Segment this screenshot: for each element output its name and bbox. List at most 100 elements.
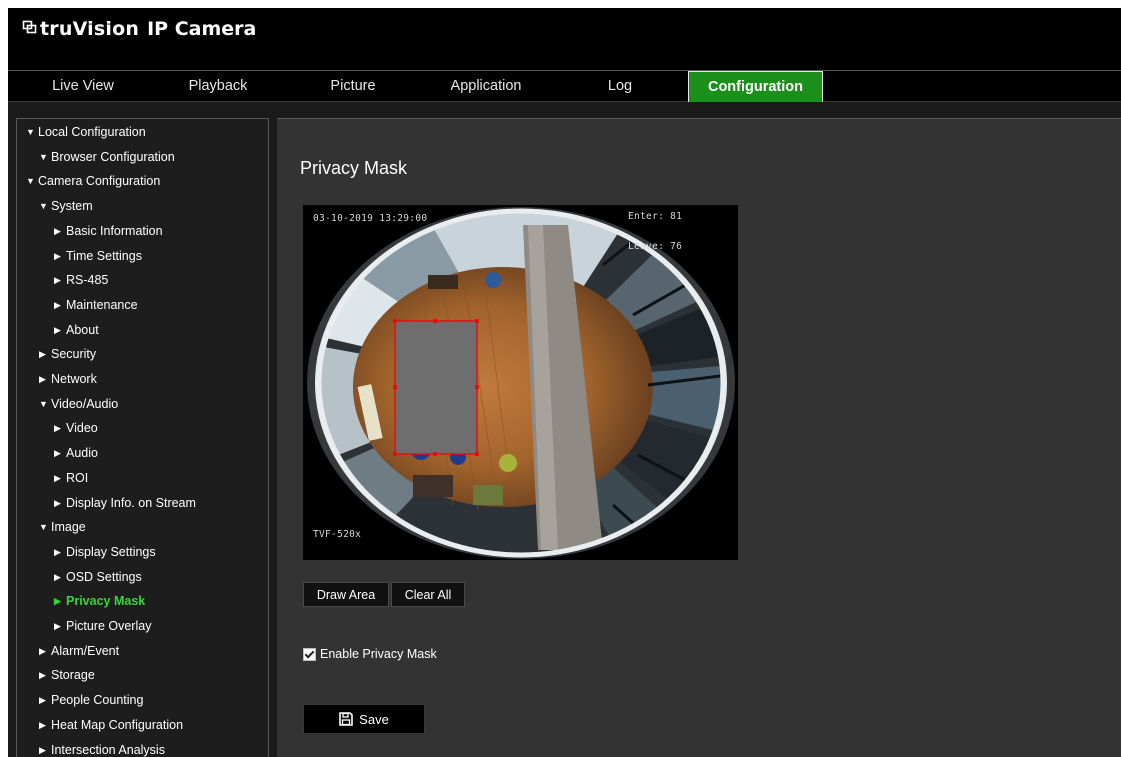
osd-enter-count: Enter: 81 (628, 211, 683, 222)
sidebar-item-display-info-on-stream[interactable]: ▶ Display Info. on Stream (54, 493, 196, 513)
sidebar-item-local-configuration[interactable]: ▼ Local Configuration (26, 122, 146, 142)
brand-name: truVision (40, 18, 140, 40)
sidebar-item-display-settings[interactable]: ▶ Display Settings (54, 542, 156, 562)
tab-log[interactable]: Log (561, 71, 679, 102)
sidebar-item-heat-map-configuration[interactable]: ▶ Heat Map Configuration (39, 715, 183, 735)
tab-playback[interactable]: Playback (158, 71, 278, 102)
sidebar-item-camera-configuration[interactable]: ▼ Camera Configuration (26, 171, 160, 191)
floppy-disk-icon (339, 712, 353, 726)
caret-right-icon: ▶ (54, 546, 61, 557)
top-navigation: Live View Playback Picture Application L… (8, 70, 1121, 102)
sidebar-item-basic-information[interactable]: ▶ Basic Information (54, 221, 163, 241)
sidebar-item-label: System (51, 199, 93, 214)
brand: truVision IP Camera (22, 18, 256, 40)
sidebar-item-label: Basic Information (66, 223, 163, 238)
caret-down-icon: ▼ (39, 522, 48, 533)
sidebar-item-label: Browser Configuration (51, 149, 175, 164)
caret-right-icon: ▶ (54, 497, 61, 508)
caret-right-icon: ▶ (54, 423, 61, 434)
caret-down-icon: ▼ (26, 176, 35, 187)
privacy-mask-area[interactable] (393, 319, 479, 456)
sidebar-item-video[interactable]: ▶ Video (54, 418, 98, 438)
caret-right-icon: ▶ (39, 374, 46, 384)
caret-right-icon: ▶ (39, 719, 46, 730)
sidebar-item-osd-settings[interactable]: ▶ OSD Settings (54, 567, 142, 587)
sidebar-item-label: Display Settings (66, 544, 156, 559)
caret-down-icon: ▼ (39, 151, 48, 162)
sidebar-item-audio[interactable]: ▶ Audio (54, 443, 98, 463)
caret-right-icon: ▶ (54, 571, 61, 582)
fisheye-image (307, 207, 735, 559)
caret-right-icon: ▶ (54, 250, 61, 261)
osd-leave-count: Leave: 76 (628, 241, 683, 252)
caret-right-icon: ▶ (39, 695, 46, 706)
sidebar-item-label: People Counting (51, 693, 144, 708)
page-title: Privacy Mask (300, 158, 408, 178)
sidebar-item-label: Storage (51, 668, 95, 683)
sidebar-item-roi[interactable]: ▶ ROI (54, 468, 88, 488)
caret-right-icon: ▶ (54, 448, 61, 459)
sidebar-item-label: Maintenance (66, 297, 138, 312)
tab-configuration[interactable]: Configuration (688, 71, 823, 102)
caret-down-icon: ▼ (39, 398, 48, 409)
caret-right-icon: ▶ (39, 645, 46, 656)
clear-all-button[interactable]: Clear All (391, 582, 465, 607)
sidebar-item-rs-485[interactable]: ▶ RS-485 (54, 270, 108, 290)
truvision-logo-icon (22, 20, 37, 34)
sidebar-item-label: Intersection Analysis (51, 742, 165, 757)
sidebar-item-label: RS-485 (66, 273, 109, 288)
sidebar-item-intersection-analysis[interactable]: ▶ Intersection Analysis (39, 740, 165, 757)
sidebar-item-time-settings[interactable]: ▶ Time Settings (54, 246, 142, 266)
sidebar-item-system[interactable]: ▼ System (39, 196, 93, 216)
save-button[interactable]: Save (303, 704, 425, 734)
product-name: IP Camera (147, 18, 257, 40)
sidebar-item-privacy-mask[interactable]: ▶ Privacy Mask (54, 591, 145, 611)
caret-down-icon: ▼ (26, 127, 35, 137)
caret-right-icon: ▶ (39, 670, 46, 681)
tab-picture[interactable]: Picture (293, 71, 413, 102)
caret-right-icon: ▶ (54, 596, 61, 607)
enable-privacy-mask-checkbox[interactable] (303, 647, 316, 661)
sidebar-item-label: Security (51, 347, 97, 362)
sidebar-item-alarm-event[interactable]: ▶ Alarm/Event (39, 641, 119, 661)
tab-live-view[interactable]: Live View (28, 71, 138, 102)
sidebar-item-people-counting[interactable]: ▶ People Counting (39, 690, 143, 710)
sidebar-item-maintenance[interactable]: ▶ Maintenance (54, 295, 138, 315)
camera-live-preview[interactable]: 03-10-2019 13:29:00 Enter: 81 Leave: 76 … (303, 205, 738, 560)
sidebar-item-label: Video/Audio (51, 396, 119, 411)
tab-application[interactable]: Application (426, 71, 546, 102)
sidebar-item-label: Audio (66, 446, 98, 461)
draw-area-button[interactable]: Draw Area (303, 582, 389, 607)
sidebar-item-label: ROI (66, 470, 89, 485)
caret-right-icon: ▶ (54, 621, 61, 631)
header-bar: truVision IP Camera (8, 8, 1121, 70)
config-tree-sidebar: ▼ Local Configuration ▼ Browser Configurati… (16, 118, 269, 757)
osd-camera-name: TVF-520x (313, 529, 362, 540)
enable-privacy-mask-row: Enable Privacy Mask (303, 647, 437, 661)
sidebar-item-picture-overlay[interactable]: ▶ Picture Overlay (54, 616, 151, 636)
sidebar-item-security[interactable]: ▶ Security (39, 344, 96, 364)
sidebar-item-image[interactable]: ▼ Image (39, 517, 86, 537)
caret-right-icon: ▶ (54, 472, 61, 483)
sidebar-item-label: Time Settings (66, 248, 142, 263)
sidebar-item-video-audio[interactable]: ▼ Video/Audio (39, 394, 118, 414)
caret-right-icon: ▶ (39, 349, 46, 360)
sidebar-item-label: Display Info. on Stream (66, 495, 196, 510)
sidebar-item-label: Image (51, 520, 86, 535)
save-button-label: Save (359, 711, 389, 727)
main-panel: Privacy Mask 03-10-2019 13:29:00 Enter: … (277, 118, 1121, 757)
sidebar-item-label: Alarm/Event (51, 643, 120, 658)
caret-right-icon: ▶ (54, 299, 61, 310)
caret-right-icon: ▶ (54, 324, 61, 335)
sidebar-item-label: Camera Configuration (38, 174, 161, 189)
sidebar-item-label: Network (51, 372, 97, 386)
caret-right-icon: ▶ (54, 275, 61, 286)
caret-right-icon: ▶ (54, 225, 61, 236)
enable-privacy-mask-label: Enable Privacy Mask (320, 647, 437, 661)
sidebar-item-browser-configuration[interactable]: ▼ Browser Configuration (39, 147, 175, 167)
sidebar-item-label: OSD Settings (66, 569, 142, 584)
sidebar-item-storage[interactable]: ▶ Storage (39, 665, 95, 685)
sidebar-item-network[interactable]: ▶ Network (39, 369, 97, 389)
sidebar-item-label: About (66, 322, 99, 337)
sidebar-item-about[interactable]: ▶ About (54, 320, 99, 340)
